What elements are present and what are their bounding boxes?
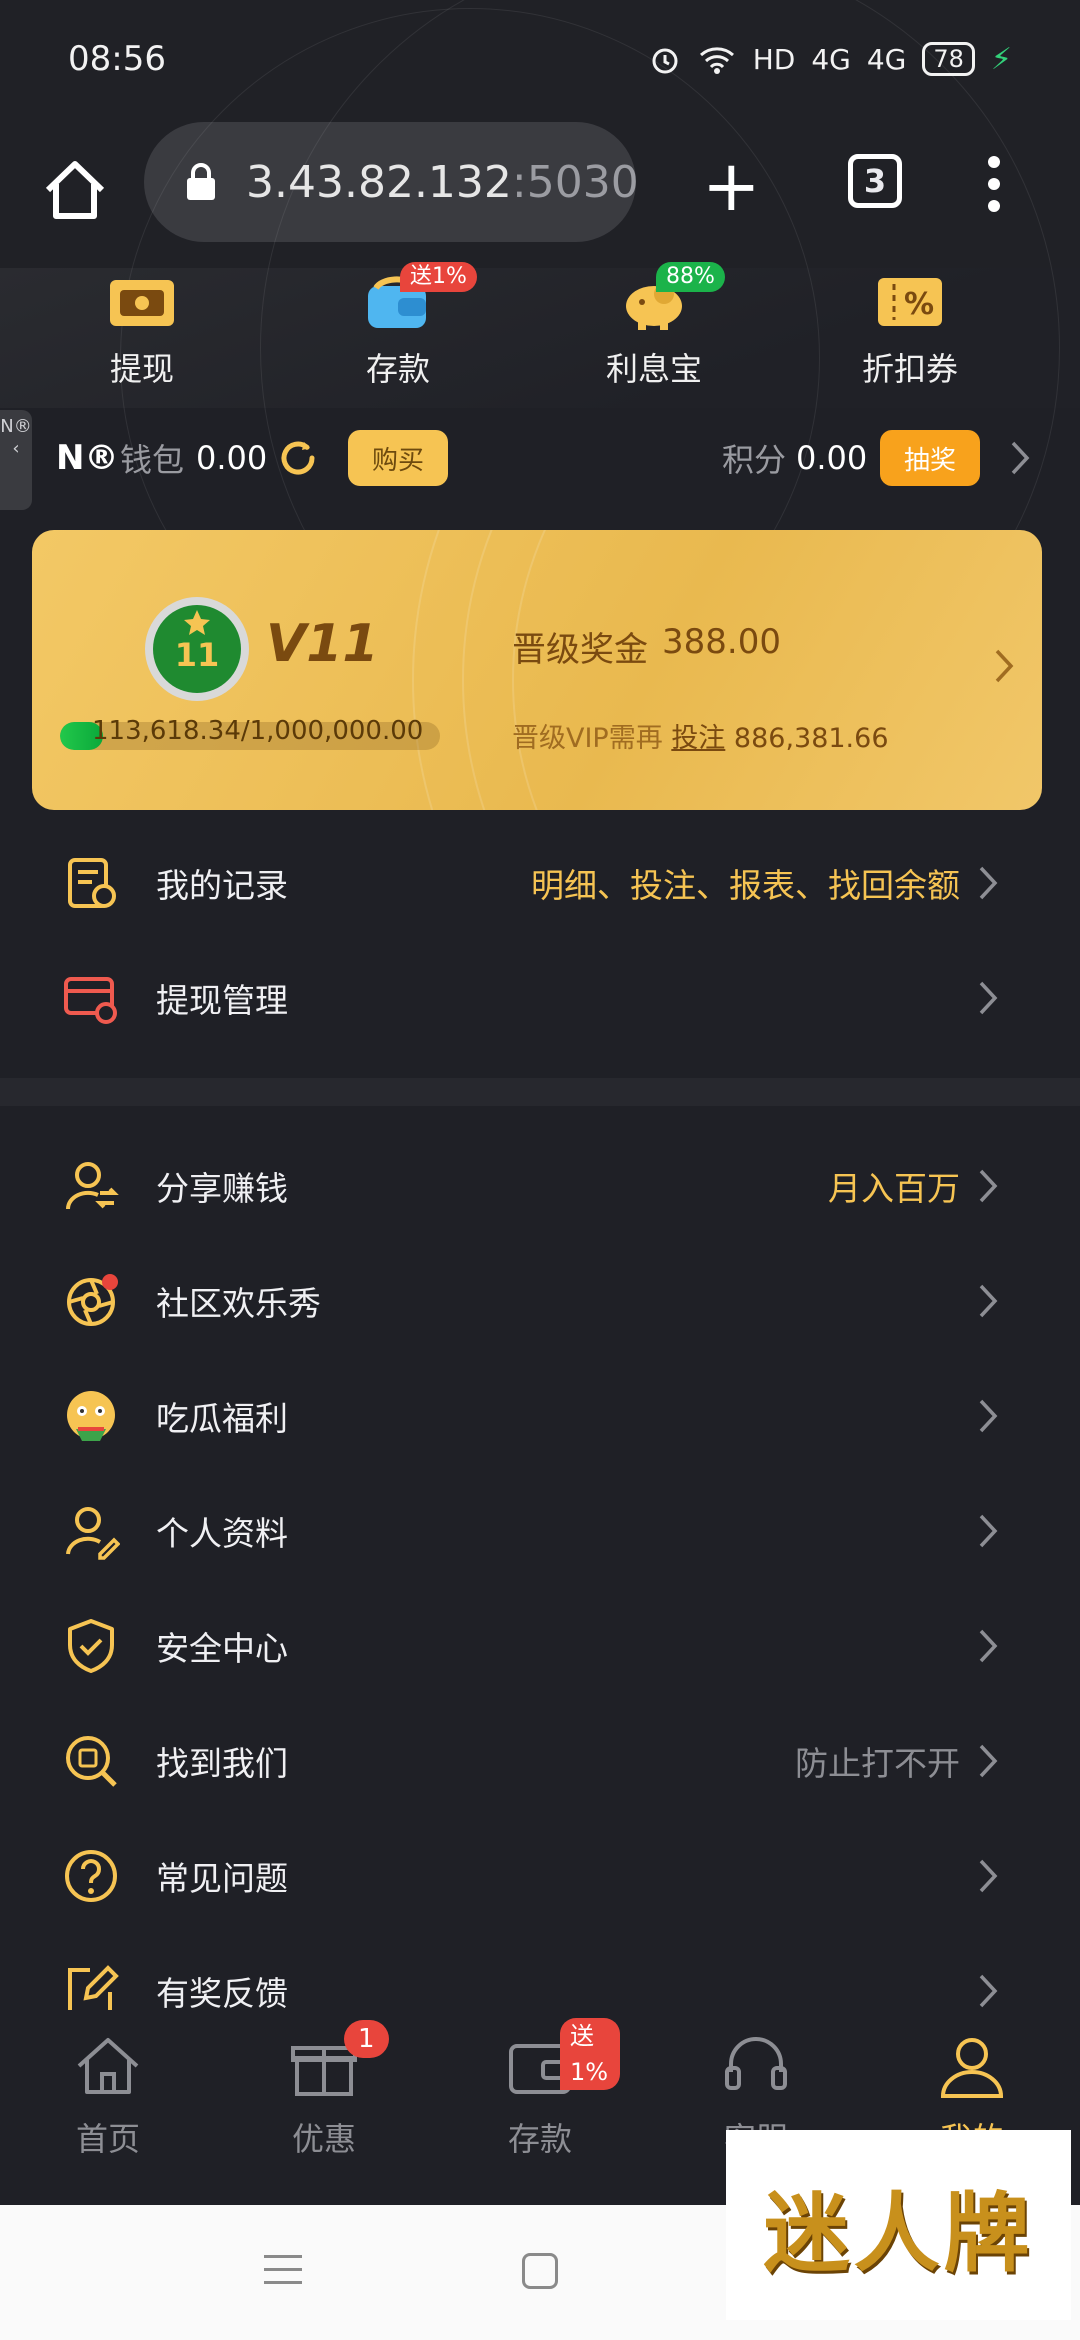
shield-icon <box>62 1617 120 1675</box>
quick-actions-panel: 提现 存款 送1% 利息宝 88% % 折扣券 <box>0 0 1080 748</box>
interest-rate-badge: 88% <box>656 262 725 292</box>
vip-level: V11 <box>266 614 379 674</box>
recent-apps-icon[interactable] <box>264 2255 302 2294</box>
wallet-label: 钱包 <box>120 441 185 479</box>
deposit-bonus-badge: 送1% <box>400 262 477 292</box>
chevron-right-icon <box>979 1399 998 1432</box>
share-earn-icon <box>62 1157 120 1215</box>
question-icon <box>62 1847 120 1905</box>
menu-row-label: 分享赚钱 <box>156 1168 288 1208</box>
chevron-right-icon <box>979 981 998 1014</box>
menu-row-label: 常见问题 <box>156 1858 288 1898</box>
chevron-right-icon <box>979 1744 998 1777</box>
nav-home-label: 首页 <box>75 2120 140 2158</box>
quick-coupon-label: 折扣券 <box>861 350 958 388</box>
menu-row-share-earn[interactable]: 分享赚钱 月入百万 <box>0 1128 1080 1243</box>
find-us-icon <box>62 1732 120 1790</box>
svg-text:%: % <box>904 287 934 322</box>
quick-withdraw-label: 提现 <box>109 350 174 388</box>
quick-interest[interactable]: 利息宝 88% <box>554 262 754 408</box>
vip-requirement: 晋级VIP需再 投注 886,381.66 <box>512 716 889 755</box>
quick-interest-label: 利息宝 <box>605 350 702 388</box>
chevron-right-icon <box>979 1284 998 1317</box>
coupon-icon: % <box>878 278 942 326</box>
menu-row-label: 社区欢乐秀 <box>156 1283 321 1323</box>
menu-row-label: 我的记录 <box>156 865 288 905</box>
nav-promotions-label: 优惠 <box>291 2120 356 2158</box>
user-icon <box>940 2038 1004 2098</box>
promotion-bonus-label: 晋级奖金 <box>512 630 648 670</box>
bet-link[interactable]: 投注 <box>671 723 725 754</box>
watermark-logo: 迷人牌 <box>726 2130 1071 2320</box>
menu-row-label: 有奖反馈 <box>156 1973 288 2013</box>
points-label: 积分 <box>722 441 787 479</box>
chevron-right-icon <box>979 866 998 899</box>
menu-row-label: 提现管理 <box>156 980 288 1020</box>
quick-deposit[interactable]: 存款 送1% <box>298 262 498 408</box>
menu-row-label: 个人资料 <box>156 1513 288 1553</box>
menu-row-find-us[interactable]: 找到我们 防止打不开 <box>0 1703 1080 1818</box>
chevron-right-icon <box>979 1514 998 1547</box>
chevron-right-icon <box>979 1974 998 2007</box>
charging-icon: ⚡ <box>990 41 1012 77</box>
menu-row-profile[interactable]: 个人资料 <box>0 1473 1080 1588</box>
records-icon <box>62 854 120 912</box>
withdraw-manage-icon <box>62 969 120 1027</box>
menu-row-records[interactable]: 我的记录 明细、投注、报表、找回余额 <box>0 825 1080 940</box>
vip-card[interactable]: 11 V11 113,618.34/1,000,000.00 晋级奖金 388.… <box>32 530 1042 810</box>
melon-emoji-icon <box>62 1387 120 1445</box>
wallet-balance: 0.00 <box>196 439 268 477</box>
nav-home[interactable]: 首页 <box>28 2030 188 2180</box>
menu-row-hint: 防止打不开 <box>795 1743 960 1783</box>
home-icon <box>77 2038 139 2094</box>
menu-row-label: 吃瓜福利 <box>156 1398 288 1438</box>
nb-logo: N® <box>56 438 119 478</box>
wallet-row: N® 钱包 0.00 购买 积分 0.00 抽奖 <box>0 418 1080 498</box>
menu-row-hint: 月入百万 <box>828 1168 960 1208</box>
vip-requirement-prefix: 晋级VIP需再 <box>512 723 663 754</box>
section-divider <box>0 1078 1080 1106</box>
refresh-icon[interactable] <box>276 436 320 480</box>
menu-row-melon-emoji[interactable]: 吃瓜福利 <box>0 1358 1080 1473</box>
menu-row-label: 找到我们 <box>156 1743 288 1783</box>
menu-row-shield[interactable]: 安全中心 <box>0 1588 1080 1703</box>
menu-row-hint: 明细、投注、报表、找回余额 <box>531 865 960 905</box>
chevron-right-icon[interactable] <box>1010 440 1030 476</box>
menu-row-community-camera[interactable]: 社区欢乐秀 <box>0 1243 1080 1358</box>
home-square-icon[interactable] <box>522 2253 558 2289</box>
chevron-right-icon <box>979 1169 998 1202</box>
vip-medal-icon: 11 <box>145 597 249 701</box>
headset-icon <box>725 2037 787 2090</box>
chevron-right-icon <box>995 649 1014 683</box>
withdraw-card-icon <box>110 280 174 326</box>
vip-medal-number: 11 <box>175 636 220 674</box>
nav-promotions[interactable]: 优惠 1 <box>244 2020 404 2180</box>
quick-withdraw[interactable]: 提现 <box>42 268 242 408</box>
quick-coupon[interactable]: % 折扣券 <box>810 268 1010 408</box>
nav-deposit[interactable]: 存款 送1% <box>460 2018 620 2180</box>
community-camera-icon <box>62 1272 120 1330</box>
profile-icon <box>62 1502 121 1560</box>
points-value: 0.00 <box>796 439 868 477</box>
vip-requirement-amount: 886,381.66 <box>733 723 889 754</box>
deposit-bonus-badge: 送1% <box>560 2018 620 2090</box>
promotion-bonus-value: 388.00 <box>662 622 781 662</box>
menu-row-question[interactable]: 常见问题 <box>0 1818 1080 1933</box>
menu-row-label: 安全中心 <box>156 1628 288 1668</box>
promotions-count-badge: 1 <box>344 2020 389 2058</box>
nav-deposit-label: 存款 <box>507 2120 572 2158</box>
vip-progress-text: 113,618.34/1,000,000.00 <box>92 716 424 746</box>
menu-row-withdraw-manage[interactable]: 提现管理 <box>0 940 1080 1055</box>
chevron-right-icon <box>979 1629 998 1662</box>
lucky-draw-button[interactable]: 抽奖 <box>880 430 980 486</box>
buy-button[interactable]: 购买 <box>348 430 448 486</box>
chevron-right-icon <box>979 1859 998 1892</box>
home-icon[interactable] <box>40 156 110 226</box>
quick-deposit-label: 存款 <box>365 350 430 388</box>
